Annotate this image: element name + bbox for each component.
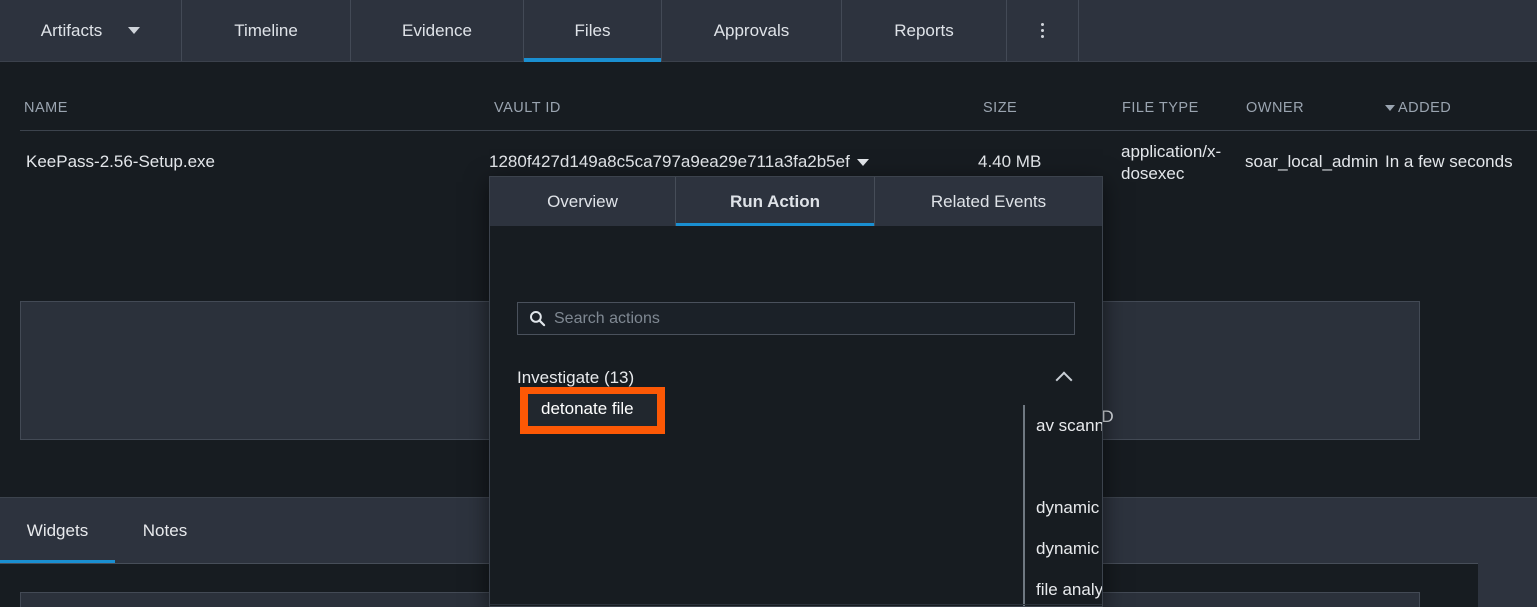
app-root: Artifacts Timeline Evidence Files Approv… [0, 0, 1537, 607]
column-header-added-label: ADDED [1398, 100, 1452, 116]
tab-reports-label: Reports [894, 20, 954, 40]
cell-added: In a few seconds [1385, 152, 1513, 171]
tab-reports[interactable]: Reports [842, 0, 1007, 61]
group-header-investigate-label: Investigate (13) [517, 368, 635, 387]
primary-tab-bar: Artifacts Timeline Evidence Files Approv… [0, 0, 1537, 62]
popup-tab-run-action[interactable]: Run Action [676, 177, 875, 226]
tab-bar-filler [1079, 0, 1537, 61]
cell-size: 4.40 MB [978, 152, 1042, 171]
cell-file-type: application/x-dosexec [1121, 142, 1222, 183]
search-icon [529, 310, 546, 327]
search-input[interactable] [554, 309, 1074, 328]
more-options-button[interactable] [1007, 0, 1079, 61]
tab-notes-label: Notes [142, 521, 188, 540]
action-item-dynamic-analysis-results[interactable]: dynamic analysis results [1025, 487, 1102, 528]
tab-files-label: Files [574, 20, 611, 40]
kebab-menu-icon [1041, 23, 1044, 38]
action-item-dynamic-url-analysis-results[interactable]: dynamic url analysis results [1025, 528, 1102, 569]
tab-notes[interactable]: Notes [115, 498, 215, 564]
group-header-investigate[interactable]: Investigate (13) [517, 359, 1075, 397]
sort-descending-icon [1385, 105, 1395, 112]
action-item-file-analysis[interactable]: file analysis [1025, 569, 1103, 606]
column-header-owner[interactable]: OWNER [1246, 100, 1304, 116]
column-header-size[interactable]: SIZE [983, 100, 1017, 116]
cell-file-name[interactable]: KeePass-2.56-Setup.exe [26, 152, 215, 172]
column-header-added[interactable]: ADDED [1385, 100, 1451, 116]
chevron-down-icon[interactable] [128, 27, 141, 34]
search-actions-field[interactable] [517, 302, 1075, 335]
cell-vault-id-value: 1280f427d149a8c5ca797a9ea29e711a3fa2b5ef [489, 152, 850, 171]
action-item-av-scanners[interactable]: av scanners [1025, 405, 1102, 446]
chevron-up-icon[interactable] [1058, 372, 1071, 385]
bottom-tab-bar: Widgets Notes [0, 498, 215, 564]
tab-artifacts[interactable]: Artifacts [0, 0, 182, 61]
tab-widgets-label: Widgets [26, 521, 89, 540]
action-item-label: av scanners [1036, 415, 1102, 435]
popup-tab-related-events[interactable]: Related Events [875, 177, 1102, 226]
group-divider [490, 604, 1102, 605]
table-header-row: NAME VAULT ID SIZE FILE TYPE OWNER ADDED [0, 62, 1537, 131]
popup-tab-overview[interactable]: Overview [490, 177, 676, 226]
column-header-file-type[interactable]: FILE TYPE [1122, 100, 1199, 116]
file-actions-popup: Overview Run Action Related Events Searc… [489, 176, 1103, 607]
action-item-label: file analysis [1036, 579, 1103, 599]
action-item-label: dynamic url analysis results [1036, 538, 1102, 558]
popup-tab-run-action-label: Run Action [729, 191, 821, 211]
table-header-divider [20, 130, 1537, 131]
column-header-vault-id[interactable]: VAULT ID [494, 100, 561, 116]
bottom-right-gutter [1478, 498, 1537, 607]
cell-vault-id[interactable]: 1280f427d149a8c5ca797a9ea29e711a3fa2b5ef [489, 152, 869, 172]
column-header-name[interactable]: NAME [24, 100, 68, 116]
tab-evidence-label: Evidence [402, 20, 472, 40]
tab-evidence[interactable]: Evidence [351, 0, 524, 61]
tab-widgets[interactable]: Widgets [0, 498, 115, 564]
tab-timeline-label: Timeline [234, 20, 298, 40]
popup-tab-overview-label: Overview [547, 191, 618, 211]
popup-tab-related-events-label: Related Events [930, 191, 1047, 211]
popup-tab-bar: Overview Run Action Related Events [490, 177, 1102, 226]
tab-approvals-label: Approvals [713, 20, 790, 40]
tab-approvals[interactable]: Approvals [662, 0, 842, 61]
action-item-detonate-file[interactable]: detonate file [1025, 446, 1102, 487]
tab-timeline[interactable]: Timeline [182, 0, 351, 61]
tab-artifacts-label: Artifacts [40, 20, 103, 40]
tab-files[interactable]: Files [524, 0, 662, 62]
popup-body: Investigate (13) av scanners detonate fi… [490, 226, 1102, 606]
chevron-down-icon[interactable] [856, 159, 869, 167]
cell-owner: soar_local_admin [1245, 152, 1379, 171]
action-list-investigate: av scanners detonate file dynamic analys… [1023, 405, 1103, 606]
action-item-label: dynamic analysis results [1036, 497, 1102, 517]
